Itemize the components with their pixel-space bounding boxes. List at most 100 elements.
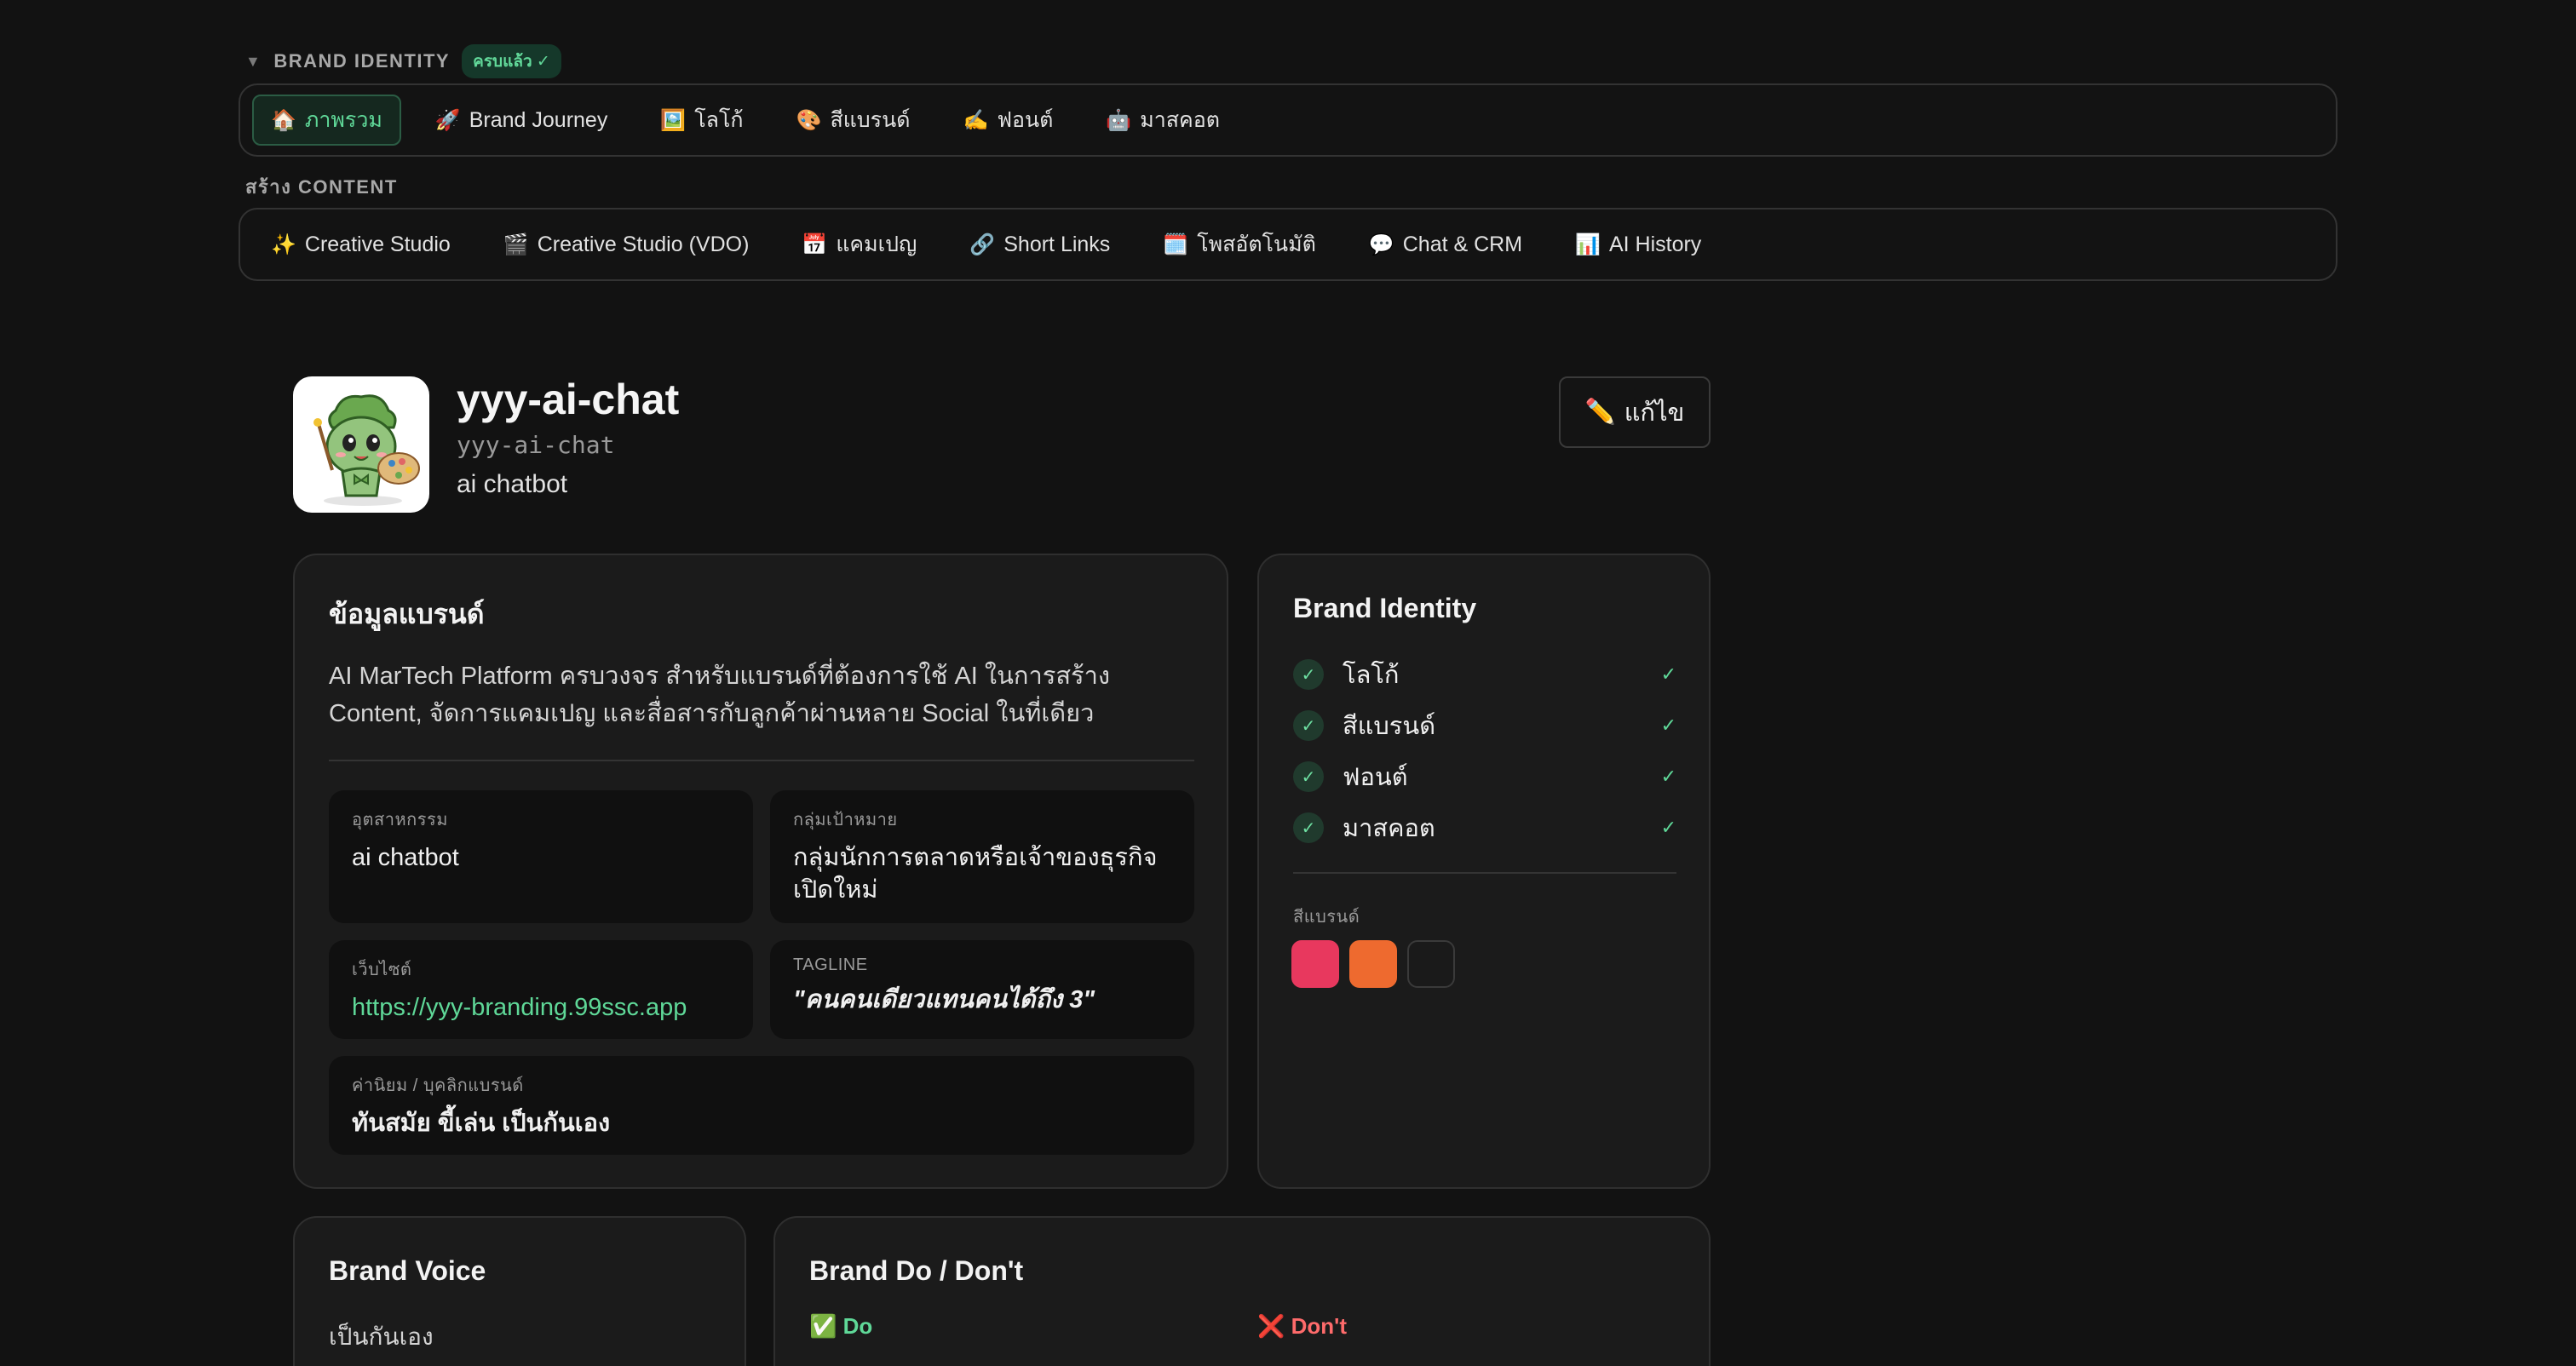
color-swatch-2[interactable]: [1349, 940, 1397, 988]
picture-icon: 🖼️: [660, 108, 687, 132]
robot-icon: 🤖: [1106, 108, 1132, 132]
card-title: ข้อมูลแบรนด์: [329, 599, 485, 629]
brand-identity-section-header[interactable]: ▼ BRAND IDENTITY ครบแล้ว ✓: [245, 44, 561, 78]
identity-item-label: ฟอนต์: [1343, 764, 1408, 791]
speech-bubble-icon: 💬: [1368, 232, 1394, 256]
identity-item-label: มาสคอต: [1343, 815, 1435, 842]
field-label: TAGLINE: [793, 956, 868, 974]
check-circle-icon: ✓: [1293, 710, 1324, 741]
spiral-calendar-icon: 🗓️: [1163, 232, 1189, 256]
tab-short-links[interactable]: 🔗 Short Links: [951, 219, 1129, 270]
content-section-header: สร้าง CONTENT: [245, 172, 398, 202]
tab-brand-journey[interactable]: 🚀 Brand Journey: [417, 95, 627, 146]
divider: [329, 760, 1194, 761]
tab-logo[interactable]: 🖼️ โลโก้: [641, 95, 762, 146]
tab-label: AI History: [1608, 232, 1702, 256]
card-title: Brand Identity: [1293, 593, 1477, 623]
tab-chat-crm[interactable]: 💬 Chat & CRM: [1350, 219, 1541, 270]
field-label: อุตสาหกรรม: [352, 811, 448, 829]
tab-brand-colors[interactable]: 🎨 สีแบรนด์: [778, 95, 929, 146]
tab-label: Creative Studio: [304, 232, 451, 256]
tab-creative-studio-vdo[interactable]: 🎬 Creative Studio (VDO): [485, 219, 768, 270]
brand-logo: [293, 376, 429, 513]
field-value: "คนคนเดียวแทนคนได้ถึง 3": [793, 986, 1095, 1013]
brand-voice-value: เป็นกันเอง: [329, 1323, 434, 1350]
field-label: ค่านิยม / บุคลิกแบรนด์: [352, 1076, 524, 1095]
link-icon: 🔗: [969, 232, 996, 256]
bar-chart-icon: 📊: [1575, 232, 1601, 256]
check-icon: ✓: [1660, 715, 1676, 736]
color-swatch-3[interactable]: [1407, 940, 1455, 988]
brand-info-description: AI MarTech Platform ครบวงจร สำหรับแบรนด์…: [329, 663, 1111, 727]
writing-hand-icon: ✍️: [963, 108, 989, 132]
collapse-caret-icon[interactable]: ▼: [245, 53, 262, 71]
brand-colors-label: สีแบรนด์: [1293, 908, 1360, 927]
tab-ai-history[interactable]: 📊 AI History: [1556, 219, 1720, 270]
website-link[interactable]: https://yyy-branding.99ssc.app: [352, 991, 730, 1024]
tab-mascot[interactable]: 🤖 มาสคอต: [1087, 95, 1239, 146]
target-audience-field: กลุ่มเป้าหมาย กลุ่มนักการตลาดหรือเจ้าของ…: [770, 790, 1194, 923]
brand-name: yyy-ai-chat: [457, 376, 680, 423]
tab-label: Creative Studio (VDO): [537, 232, 750, 256]
check-icon: ✓: [1660, 663, 1676, 685]
dont-heading: ❌ Don't: [1257, 1313, 1347, 1339]
brand-values-field: ค่านิยม / บุคลิกแบรนด์ ทันสมัย ขี้เล่น เ…: [329, 1056, 1194, 1155]
house-icon: 🏠: [271, 108, 296, 132]
section-title: สร้าง CONTENT: [245, 176, 398, 198]
do-heading: ✅ Do: [809, 1313, 873, 1339]
identity-item-label: สีแบรนด์: [1343, 713, 1436, 740]
tab-label: สีแบรนด์: [830, 108, 911, 132]
tab-label: โพสอัตโนมัติ: [1197, 232, 1316, 256]
tab-creative-studio[interactable]: ✨ Creative Studio: [252, 219, 469, 270]
tab-campaign[interactable]: 📅 แคมเปญ: [783, 219, 935, 270]
divider: [1293, 872, 1676, 874]
tab-label: Chat & CRM: [1402, 232, 1523, 256]
sparkles-icon: ✨: [271, 232, 296, 256]
check-circle-icon: ✓: [1293, 761, 1324, 792]
rocket-icon: 🚀: [434, 108, 461, 132]
brand-voice-card: Brand Voice เป็นกันเอง: [293, 1216, 746, 1366]
status-badge: ครบแล้ว ✓: [462, 44, 561, 78]
tab-overview[interactable]: 🏠 ภาพรวม: [252, 95, 401, 146]
check-circle-icon: ✓: [1293, 812, 1324, 843]
clapper-icon: 🎬: [503, 232, 529, 256]
identity-item-colors: ✓ สีแบรนด์ ✓: [1293, 709, 1676, 743]
card-title: Brand Voice: [329, 1255, 486, 1286]
section-title: BRAND IDENTITY: [273, 50, 451, 72]
industry-field: อุตสาหกรรม ai chatbot: [329, 790, 753, 923]
identity-item-label: โลโก้: [1343, 662, 1400, 689]
brand-do-dont-card: Brand Do / Don't ✅ Do ❌ Don't: [773, 1216, 1711, 1366]
tab-label: มาสคอต: [1140, 108, 1221, 132]
palette-icon: 🎨: [796, 108, 822, 132]
check-circle-icon: ✓: [1293, 659, 1324, 690]
field-value: ทันสมัย ขี้เล่น เป็นกันเอง: [352, 1110, 611, 1137]
field-value: กลุ่มนักการตลาดหรือเจ้าของธุรกิจเปิดใหม่: [793, 844, 1158, 904]
website-field: เว็บไซต์ https://yyy-branding.99ssc.app: [329, 940, 753, 1039]
card-title: Brand Do / Don't: [809, 1255, 1024, 1286]
identity-item-mascot: ✓ มาสคอต ✓: [1293, 811, 1676, 845]
brand-identity-tabbar: 🏠 ภาพรวม 🚀 Brand Journey 🖼️ โลโก้ 🎨 สีแบ…: [239, 83, 2337, 157]
check-icon: ✓: [1660, 817, 1676, 838]
pencil-icon: ✏️: [1584, 399, 1616, 426]
identity-item-fonts: ✓ ฟอนต์ ✓: [1293, 760, 1676, 794]
field-value: ai chatbot: [352, 844, 459, 871]
tab-label: ฟอนต์: [997, 108, 1054, 132]
color-swatch-1[interactable]: [1291, 940, 1339, 988]
brand-identity-card: Brand Identity ✓ โลโก้ ✓ ✓ สีแบรนด์ ✓ ✓ …: [1257, 554, 1711, 1189]
calendar-icon: 📅: [802, 232, 828, 256]
check-icon: ✓: [1660, 766, 1676, 787]
tab-label: แคมเปญ: [836, 232, 917, 256]
field-label: เว็บไซต์: [352, 961, 412, 979]
tab-label: Short Links: [1003, 232, 1111, 256]
edit-button[interactable]: ✏️ แก้ไข: [1559, 376, 1711, 448]
brand-slug: yyy-ai-chat: [457, 431, 615, 459]
tab-fonts[interactable]: ✍️ ฟอนต์: [944, 95, 1072, 146]
field-label: กลุ่มเป้าหมาย: [793, 811, 898, 829]
tab-label: โลโก้: [694, 108, 744, 132]
tab-auto-post[interactable]: 🗓️ โพสอัตโนมัติ: [1144, 219, 1335, 270]
tab-label: ภาพรวม: [304, 108, 382, 132]
tab-label: Brand Journey: [469, 107, 608, 132]
mascot-logo-image: [313, 394, 420, 506]
brand-info-card: ข้อมูลแบรนด์ AI MarTech Platform ครบวงจร…: [293, 554, 1228, 1189]
tagline-field: TAGLINE "คนคนเดียวแทนคนได้ถึง 3": [770, 940, 1194, 1039]
